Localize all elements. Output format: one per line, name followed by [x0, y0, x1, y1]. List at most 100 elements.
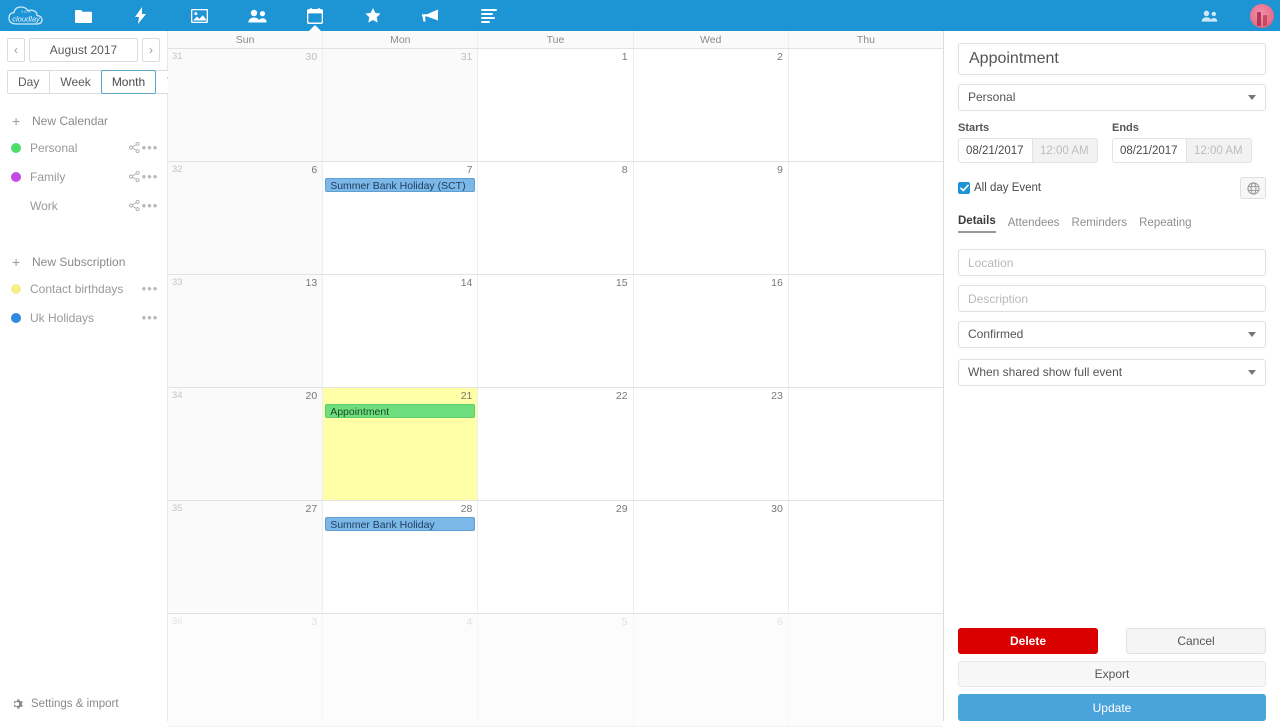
share-icon[interactable]: [127, 171, 141, 182]
svg-text:cloudlay: cloudlay: [12, 14, 41, 23]
export-button[interactable]: Export: [958, 661, 1266, 687]
tab-reminders[interactable]: Reminders: [1072, 217, 1128, 233]
ends-time-input[interactable]: [1187, 138, 1252, 163]
photos-icon[interactable]: [184, 0, 214, 31]
tasks-icon[interactable]: [474, 0, 504, 31]
new-subscription-button[interactable]: + New Subscription: [0, 250, 167, 274]
calendar-day-cell[interactable]: 14: [322, 275, 478, 387]
update-button[interactable]: Update: [958, 694, 1266, 721]
calendar-event[interactable]: Appointment: [325, 404, 476, 418]
calendar-day-cell[interactable]: 20: [168, 388, 323, 500]
more-options-icon[interactable]: •••: [141, 281, 159, 296]
calendar-day-cell[interactable]: 27: [168, 501, 323, 613]
calendar-day-cell[interactable]: 23: [632, 388, 788, 500]
description-input[interactable]: [958, 285, 1266, 312]
calendar-day-cell[interactable]: 4: [322, 614, 478, 726]
settings-and-import-button[interactable]: Settings & import: [0, 693, 168, 715]
share-icon[interactable]: [127, 200, 141, 211]
globe-icon[interactable]: [1240, 177, 1266, 199]
contacts-menu-icon[interactable]: [1194, 0, 1224, 31]
tab-attendees[interactable]: Attendees: [1008, 217, 1060, 233]
location-input[interactable]: [958, 249, 1266, 276]
calendar-day-cell[interactable]: [787, 388, 944, 500]
calendar-item-personal[interactable]: Personal •••: [0, 133, 167, 162]
calendar-event[interactable]: Summer Bank Holiday (SCT): [325, 178, 476, 192]
calendar-day-cell[interactable]: 7 Summer Bank Holiday (SCT): [322, 162, 478, 274]
more-options-icon[interactable]: •••: [141, 198, 159, 213]
app-logo[interactable]: cloudlay 0 & m: [2, 0, 54, 31]
status-select-value: Confirmed: [958, 321, 1266, 348]
current-month-label[interactable]: August 2017: [29, 38, 138, 62]
view-week-button[interactable]: Week: [49, 70, 102, 94]
calendar-day-cell[interactable]: 8: [477, 162, 633, 274]
subscription-item-contact-birthdays[interactable]: Contact birthdays •••: [0, 274, 167, 303]
calendar-day-cell[interactable]: 15: [477, 275, 633, 387]
cloudlay-logo-icon: cloudlay 0 & m: [5, 4, 51, 28]
week-number: 31: [172, 51, 183, 62]
cancel-button[interactable]: Cancel: [1126, 628, 1266, 654]
calendar-day-cell[interactable]: 1: [477, 49, 633, 161]
contacts-icon[interactable]: [242, 0, 272, 31]
calendar-day-cell[interactable]: 31: [322, 49, 478, 161]
tab-details[interactable]: Details: [958, 215, 996, 233]
avatar[interactable]: [1250, 3, 1274, 28]
activity-icon[interactable]: [126, 0, 156, 31]
next-month-button[interactable]: ›: [142, 38, 160, 62]
calendar-day-cell[interactable]: 9: [632, 162, 788, 274]
more-options-icon[interactable]: •••: [141, 169, 159, 184]
ends-date-input[interactable]: [1112, 138, 1187, 163]
calendar-day-cell[interactable]: 6: [632, 614, 788, 726]
new-calendar-button[interactable]: + New Calendar: [0, 109, 167, 133]
calendar-day-cell[interactable]: [787, 614, 944, 726]
favorites-icon[interactable]: [358, 0, 388, 31]
prev-month-button[interactable]: ‹: [7, 38, 25, 62]
calendar-day-cell[interactable]: 2: [632, 49, 788, 161]
calendar-day-cell[interactable]: [787, 275, 944, 387]
subscription-name: Contact birthdays: [30, 281, 124, 296]
week-number: 35: [172, 503, 183, 514]
starts-time-input[interactable]: [1033, 138, 1098, 163]
files-icon[interactable]: [68, 0, 98, 31]
calendar-icon[interactable]: [300, 0, 330, 32]
sharing-visibility-select[interactable]: When shared show full event: [958, 359, 1266, 386]
color-dot: [11, 171, 21, 182]
calendar-event[interactable]: Summer Bank Holiday: [325, 517, 476, 531]
calendar-day-cell[interactable]: 5: [477, 614, 633, 726]
event-dates-row: Starts Ends: [958, 122, 1266, 163]
calendar-day-cell[interactable]: 30: [168, 49, 323, 161]
calendar-day-cell[interactable]: 30: [632, 501, 788, 613]
calendar-day-cell[interactable]: 22: [477, 388, 633, 500]
subscription-item-uk-holidays[interactable]: Uk Holidays •••: [0, 303, 167, 332]
calendar-day-cell[interactable]: 21 Appointment: [322, 388, 478, 500]
calendar-name: Family: [30, 169, 66, 184]
calendar-day-cell[interactable]: [787, 162, 944, 274]
calendar-day-cell[interactable]: [787, 49, 944, 161]
more-options-icon[interactable]: •••: [141, 310, 159, 325]
calendar-day-cell[interactable]: 29: [477, 501, 633, 613]
view-day-button[interactable]: Day: [7, 70, 51, 94]
calendar-day-cell[interactable]: [787, 501, 944, 613]
event-title-input[interactable]: [958, 43, 1266, 75]
calendar-day-cell[interactable]: 13: [168, 275, 323, 387]
calendar-item-family[interactable]: Family •••: [0, 162, 167, 191]
delete-button[interactable]: Delete: [958, 628, 1098, 654]
announcements-icon[interactable]: [416, 0, 446, 31]
color-dot: [11, 283, 21, 294]
all-day-checkbox[interactable]: [958, 182, 970, 194]
calendar-day-cell[interactable]: 16: [632, 275, 788, 387]
calendar-week-row: 31 30 31 1 2: [168, 49, 944, 162]
ends-column: Ends: [1112, 122, 1266, 163]
starts-date-input[interactable]: [958, 138, 1033, 163]
calendar-item-work[interactable]: Work •••: [0, 191, 167, 220]
all-day-label[interactable]: All day Event: [974, 182, 1041, 194]
more-options-icon[interactable]: •••: [141, 140, 159, 155]
calendar-select[interactable]: Personal: [958, 84, 1266, 111]
calendar-day-cell[interactable]: 3: [168, 614, 323, 726]
starts-column: Starts: [958, 122, 1112, 163]
calendar-day-cell[interactable]: 28 Summer Bank Holiday: [322, 501, 478, 613]
share-icon[interactable]: [127, 142, 141, 153]
tab-repeating[interactable]: Repeating: [1139, 217, 1191, 233]
view-month-button[interactable]: Month: [100, 70, 157, 94]
status-select[interactable]: Confirmed: [958, 321, 1266, 348]
calendar-day-cell[interactable]: 6: [168, 162, 323, 274]
